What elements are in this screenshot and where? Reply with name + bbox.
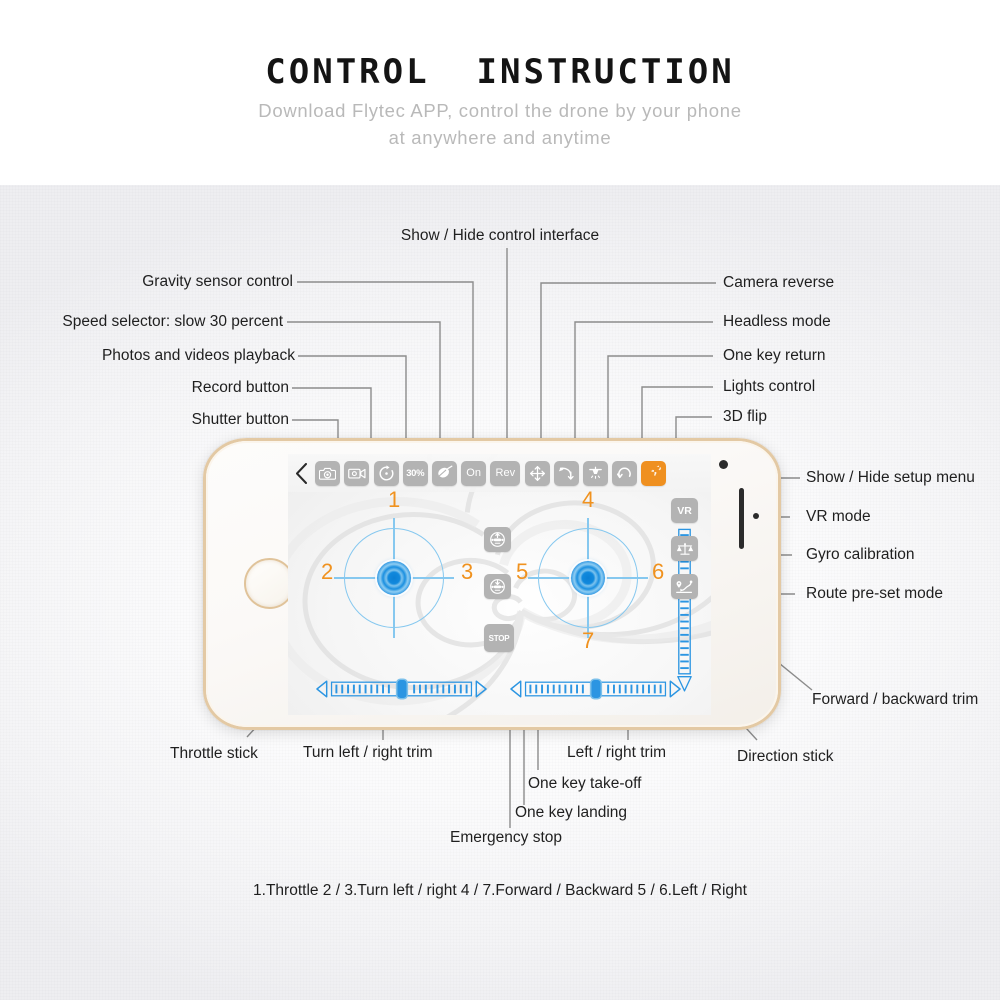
- callout-vr-mode: VR mode: [806, 508, 871, 525]
- replay-icon: [379, 464, 393, 480]
- toolbar-lights-control-button[interactable]: [582, 460, 608, 486]
- callout-one-key-take-off: One key take-off: [528, 775, 642, 792]
- stick-number-4: 4: [582, 487, 595, 512]
- page-title: CONTROL INSTRUCTION: [265, 52, 735, 92]
- one-key-landing-button[interactable]: [484, 574, 511, 599]
- callout-photos-videos-playback: Photos and videos playback: [101, 347, 295, 364]
- toolbar-setup-menu-button[interactable]: [641, 460, 667, 486]
- throttle-stick-knob[interactable]: [377, 561, 411, 595]
- callout-show-hide-control-interface: Show / Hide control interface: [400, 227, 600, 244]
- emergency-stop-button[interactable]: STOP: [484, 624, 514, 652]
- callout-emergency-stop: Emergency stop: [450, 829, 562, 846]
- throttle-stick[interactable]: [334, 518, 454, 638]
- chevron-left-icon[interactable]: [293, 461, 309, 485]
- toolbar-shutter-button[interactable]: [315, 460, 341, 486]
- callout-lights-control: Lights control: [723, 378, 816, 395]
- callout-route-preset-mode: Route pre-set mode: [806, 585, 943, 602]
- callout-throttle-stick: Throttle stick: [170, 745, 258, 762]
- toolbar-headless-mode-button[interactable]: [524, 460, 550, 486]
- one-key-take-off-button[interactable]: [484, 527, 511, 552]
- subtitle-line-2: at anywhere and anytime: [388, 127, 612, 148]
- callout-headless-mode: Headless mode: [723, 313, 831, 330]
- callout-forward-backward-trim: Forward / backward trim: [812, 691, 979, 708]
- stick-number-3: 3: [461, 559, 474, 584]
- toolbar-gravity-sensor-button[interactable]: [431, 460, 457, 486]
- balance-scale-icon: [676, 542, 693, 555]
- route-pin-icon: [676, 580, 693, 593]
- callout-shutter-button: Shutter button: [191, 411, 289, 428]
- four-arrows-icon: [529, 465, 545, 481]
- landing-icon: [490, 579, 505, 594]
- callout-3d-flip: 3D flip: [723, 408, 767, 425]
- route-preset-mode-button[interactable]: [671, 574, 698, 599]
- proximity-sensor-dot: [753, 513, 759, 519]
- turn-left-right-trim-slider[interactable]: [316, 678, 487, 700]
- callout-record-button: Record button: [191, 379, 289, 396]
- return-arrow-icon: [558, 467, 574, 480]
- app-screen: 30% On Rev 1 2 3 4 5 6 7 STOP VR: [288, 454, 711, 715]
- callout-one-key-return: One key return: [723, 347, 826, 364]
- stick-number-7: 7: [582, 628, 595, 653]
- phone-mockup: 30% On Rev 1 2 3 4 5 6 7 STOP VR: [203, 438, 781, 730]
- toolbar-lights-toggle-button[interactable]: On: [461, 460, 487, 486]
- flip-loop-icon: [616, 467, 631, 478]
- toolbar-playback-button[interactable]: [373, 460, 399, 486]
- stick-number-1: 1: [388, 487, 401, 512]
- video-camera-icon: [348, 468, 366, 479]
- callout-camera-reverse: Camera reverse: [723, 274, 835, 291]
- gyro-top-icon: [438, 465, 453, 477]
- toolbar-speed-button[interactable]: 30%: [402, 460, 428, 486]
- page-subtitle: Download Flytec APP, control the drone b…: [0, 97, 1000, 151]
- earpiece-speaker: [739, 488, 744, 549]
- direction-stick[interactable]: [528, 518, 648, 638]
- toolbar-camera-reverse-button[interactable]: Rev: [490, 460, 521, 486]
- gyro-calibration-button[interactable]: [671, 536, 698, 561]
- stick-number-2: 2: [321, 559, 334, 584]
- toolbar-one-key-return-button[interactable]: [553, 460, 579, 486]
- toolbar-record-button[interactable]: [344, 460, 370, 486]
- stick-number-5: 5: [516, 559, 529, 584]
- callout-one-key-landing: One key landing: [515, 804, 628, 821]
- callout-turn-left-right-trim: Turn left / right trim: [303, 744, 433, 761]
- page-header: CONTROL INSTRUCTION Download Flytec APP,…: [0, 0, 1000, 185]
- subtitle-line-1: Download Flytec APP, control the drone b…: [258, 100, 742, 121]
- stick-number-6: 6: [652, 559, 665, 584]
- vr-mode-label: VR: [677, 504, 692, 517]
- take-off-icon: [490, 532, 505, 547]
- callout-show-hide-setup-menu: Show / Hide setup menu: [806, 469, 975, 486]
- direction-stick-knob[interactable]: [571, 561, 605, 595]
- right-button-cluster: VR: [671, 498, 701, 692]
- callout-gyro-calibration: Gyro calibration: [806, 546, 915, 563]
- gears-icon: [650, 465, 662, 476]
- camera-icon: [319, 467, 337, 480]
- callout-gravity-sensor-control: Gravity sensor control: [142, 273, 293, 290]
- callout-speed-selector: Speed selector: slow 30 percent: [62, 313, 283, 330]
- toolbar-3d-flip-button[interactable]: [612, 460, 638, 486]
- lamp-icon: [589, 466, 602, 479]
- left-right-trim-slider[interactable]: [510, 678, 681, 700]
- callout-direction-stick: Direction stick: [737, 748, 834, 765]
- vr-mode-button[interactable]: VR: [671, 498, 698, 523]
- front-camera-dot: [719, 460, 728, 469]
- app-toolbar: 30% On Rev: [288, 454, 711, 492]
- bottom-legend: 1.Throttle 2 / 3.Turn left / right 4 / 7…: [253, 882, 747, 899]
- emergency-stop-label: STOP: [488, 633, 510, 643]
- callout-left-right-trim: Left / right trim: [567, 744, 667, 761]
